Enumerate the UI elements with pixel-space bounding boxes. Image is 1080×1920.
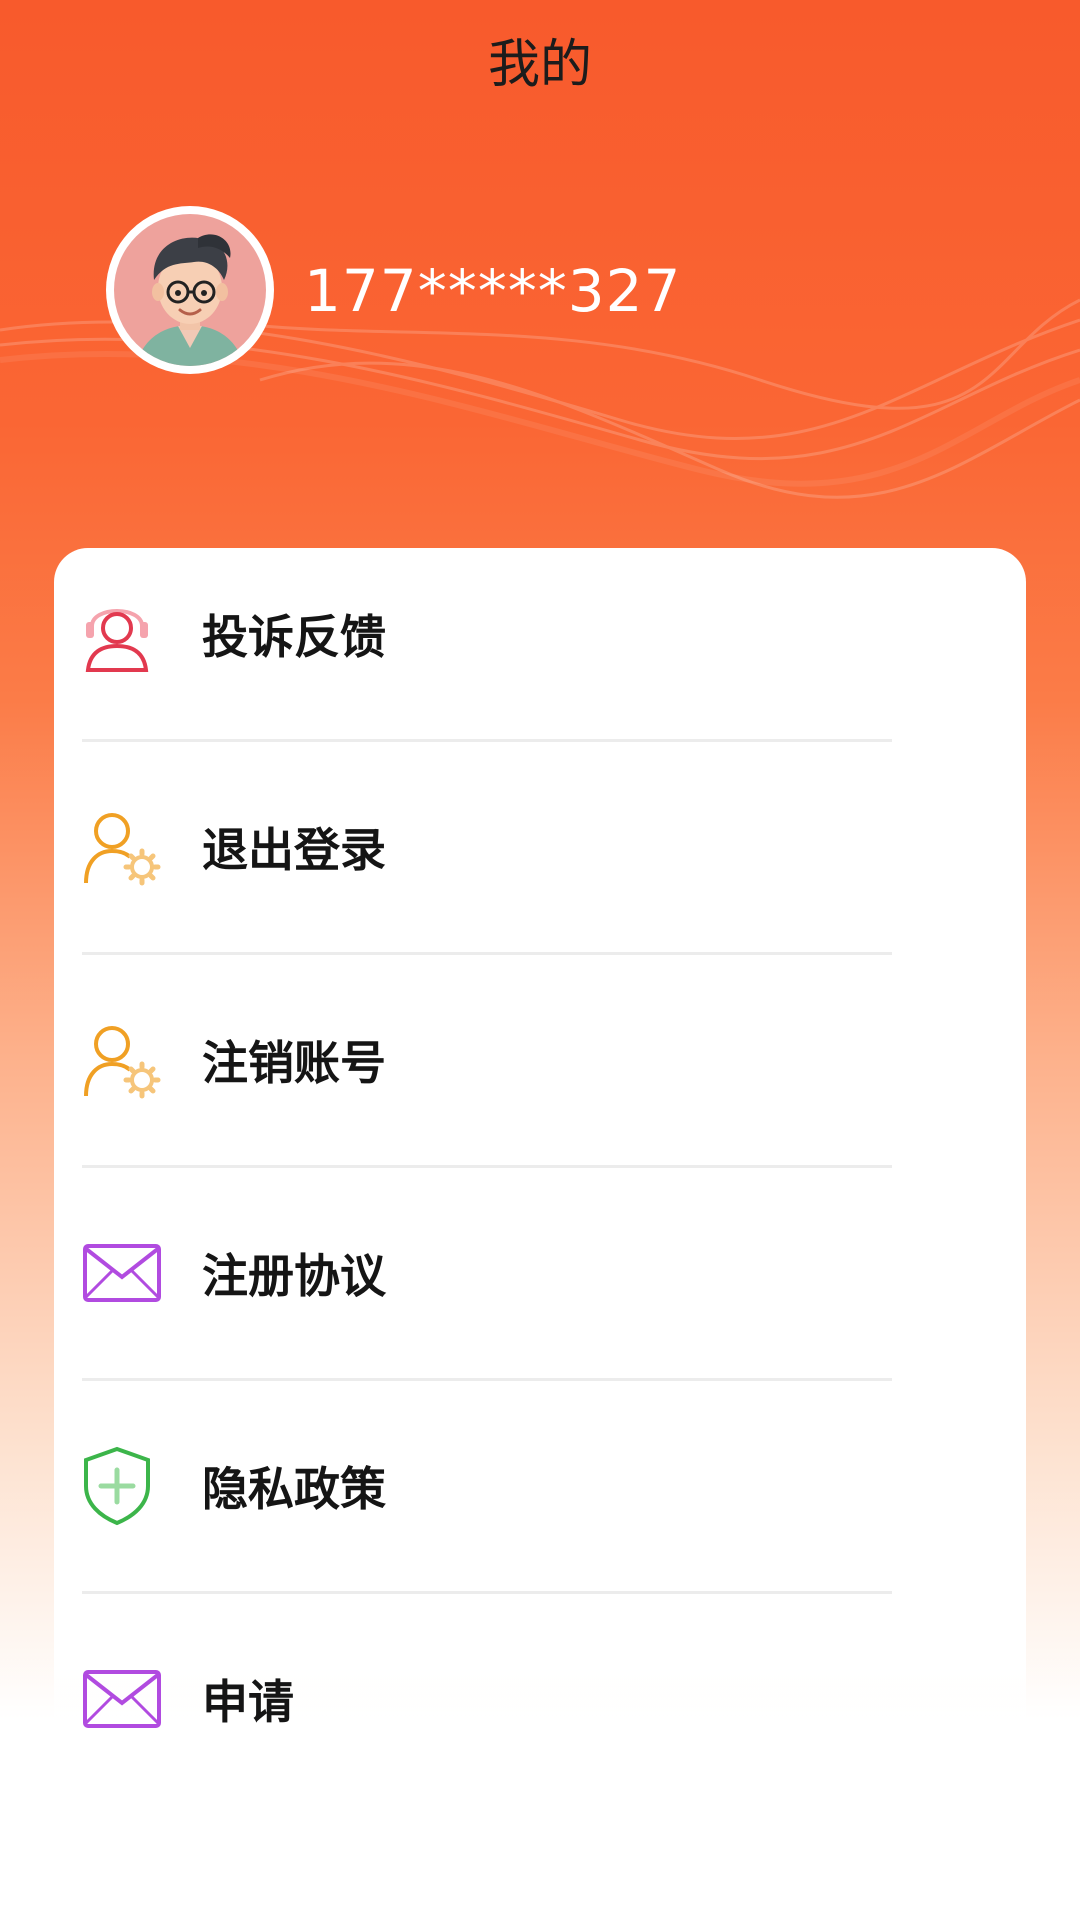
menu-item-apply[interactable]: 申请 bbox=[82, 1593, 892, 1805]
menu-item-logout[interactable]: 退出登录 bbox=[82, 741, 892, 953]
user-settings-icon bbox=[82, 797, 182, 897]
avatar-illustration bbox=[114, 214, 266, 366]
avatar[interactable] bbox=[106, 206, 274, 374]
envelope-icon bbox=[82, 1649, 182, 1749]
shield-plus-icon bbox=[82, 1436, 182, 1536]
menu-item-label: 退出登录 bbox=[202, 823, 386, 877]
page-title: 我的 bbox=[487, 35, 592, 95]
menu-item-label: 注销账号 bbox=[202, 1036, 386, 1090]
envelope-icon bbox=[82, 1223, 182, 1323]
menu-item-complaint-feedback[interactable]: 投诉反馈 bbox=[82, 528, 892, 740]
menu-item-privacy-policy[interactable]: 隐私政策 bbox=[82, 1380, 892, 1592]
headset-user-icon bbox=[82, 584, 182, 684]
phone-number: 177*****327 bbox=[304, 257, 682, 325]
menu-item-registration-agreement[interactable]: 注册协议 bbox=[82, 1167, 892, 1379]
user-settings-icon bbox=[82, 1010, 182, 1110]
menu-item-delete-account[interactable]: 注销账号 bbox=[82, 954, 892, 1166]
menu-item-label: 申请 bbox=[202, 1675, 294, 1729]
menu-item-label: 投诉反馈 bbox=[202, 610, 386, 664]
menu-item-label: 隐私政策 bbox=[202, 1462, 386, 1516]
menu-item-label: 注册协议 bbox=[202, 1249, 386, 1303]
